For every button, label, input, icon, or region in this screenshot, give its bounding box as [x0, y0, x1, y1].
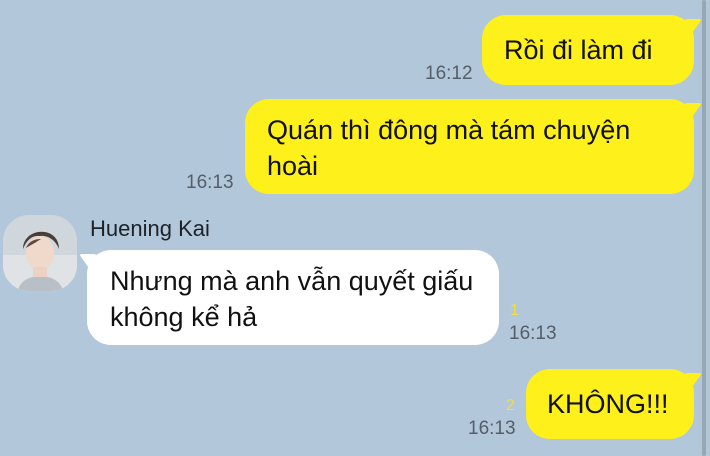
message-bubble-outgoing[interactable]: Quán thì đông mà tám chuyện hoài	[245, 99, 694, 194]
message-text: Quán thì đông mà tám chuyện hoài	[267, 115, 631, 181]
message-time: 16:13	[509, 323, 557, 344]
scrollbar[interactable]	[702, 0, 706, 456]
message-time: 16:13	[468, 418, 516, 439]
message-bubble-outgoing[interactable]: Rồi đi làm đi	[482, 15, 694, 85]
profile-photo-avatar-icon	[3, 215, 77, 291]
message-time: 16:12	[425, 63, 473, 84]
unread-count: 2	[506, 397, 515, 414]
message-bubble-outgoing[interactable]: KHÔNG!!!	[526, 369, 694, 439]
message-text: Nhưng mà anh vẫn quyết giấu không kể hả	[110, 266, 474, 332]
avatar[interactable]	[3, 215, 77, 291]
message-time: 16:13	[186, 172, 234, 193]
message-text: KHÔNG!!!	[547, 389, 669, 419]
message-text: Rồi đi làm đi	[504, 35, 653, 65]
chat-message-area[interactable]: Rồi đi làm đi 16:12 Quán thì đông mà tám…	[0, 0, 710, 456]
message-bubble-incoming[interactable]: Nhưng mà anh vẫn quyết giấu không kể hả	[87, 250, 499, 345]
sender-name: Huening Kai	[90, 216, 210, 241]
unread-count: 1	[510, 302, 519, 319]
